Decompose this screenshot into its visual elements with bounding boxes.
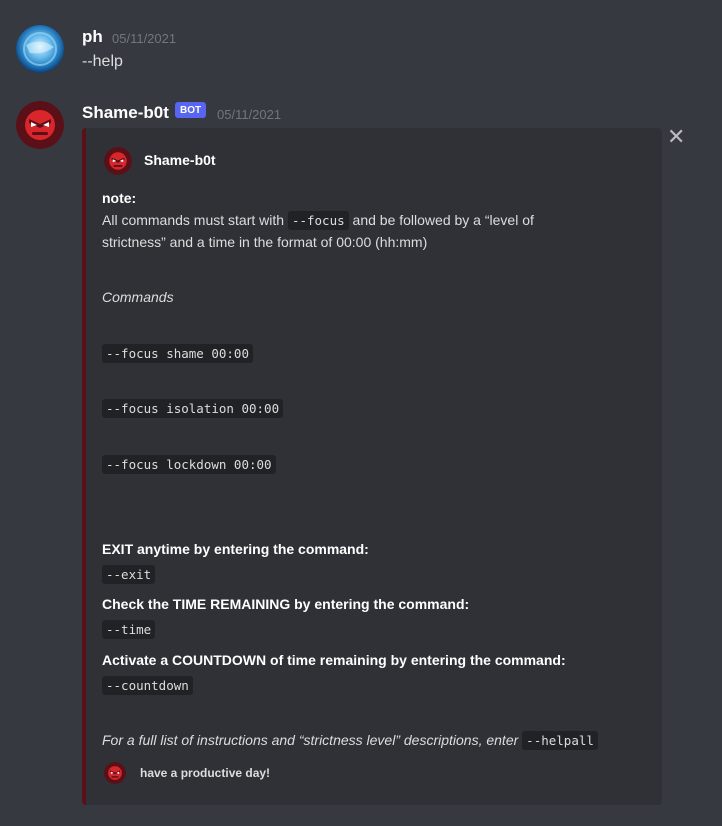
command-item: --focus lockdown 00:00 <box>102 453 276 475</box>
note-code: --focus <box>287 211 349 230</box>
username[interactable]: ph <box>82 27 103 47</box>
exit-command: --exit <box>102 563 156 585</box>
full-list-line: For a full list of instructions and “str… <box>102 729 598 751</box>
bot-username[interactable]: Shame-b0t <box>82 103 169 123</box>
command-item: --focus shame 00:00 <box>102 342 253 364</box>
note-prefix: All commands must start with <box>102 212 285 228</box>
command-code: --focus shame 00:00 <box>102 344 253 363</box>
bot-timestamp: 05/11/2021 <box>217 107 282 122</box>
command-code: --focus isolation 00:00 <box>102 399 284 418</box>
close-icon[interactable]: ✕ <box>667 126 685 148</box>
note-suffix: and be followed by a “level of <box>352 212 534 228</box>
globe-avatar-icon <box>16 25 64 73</box>
user-avatar[interactable] <box>16 25 64 73</box>
time-label: Check the TIME REMAINING by entering the… <box>102 596 470 612</box>
helpall-code: --helpall <box>522 731 598 750</box>
countdown-label: Activate a COUNTDOWN of time remaining b… <box>102 652 566 668</box>
time-code: --time <box>102 620 156 639</box>
command-item: --focus isolation 00:00 <box>102 397 284 419</box>
commands-heading: Commands <box>102 289 174 305</box>
exit-label: EXIT anytime by entering the command: <box>102 541 369 557</box>
exit-code: --exit <box>102 565 156 584</box>
footer-text: have a productive day! <box>140 766 271 780</box>
countdown-code: --countdown <box>102 676 193 695</box>
bot-avatar[interactable] <box>16 101 64 149</box>
embed-author-avatar <box>104 147 132 175</box>
message-ph: ph 05/11/2021 --help <box>0 0 722 90</box>
full-list-text: For a full list of instructions and “str… <box>102 732 519 748</box>
message-content: --help <box>82 53 123 70</box>
command-code: --focus lockdown 00:00 <box>102 455 276 474</box>
note-line-1: All commands must start with --focus and… <box>102 209 534 231</box>
embed: Shame-b0t note: All commands must start … <box>82 128 662 805</box>
note-title: note: <box>102 190 137 206</box>
angry-face-avatar-icon <box>16 101 64 149</box>
angry-face-icon <box>104 147 132 175</box>
footer-avatar <box>104 762 126 784</box>
time-command: --time <box>102 618 156 640</box>
countdown-command: --countdown <box>102 674 193 696</box>
bot-badge: BOT <box>175 102 207 118</box>
embed-author-name: Shame-b0t <box>144 152 216 168</box>
angry-face-icon <box>104 762 126 784</box>
note-line-2: strictness” and a time in the format of … <box>102 234 428 250</box>
timestamp: 05/11/2021 <box>112 31 177 46</box>
